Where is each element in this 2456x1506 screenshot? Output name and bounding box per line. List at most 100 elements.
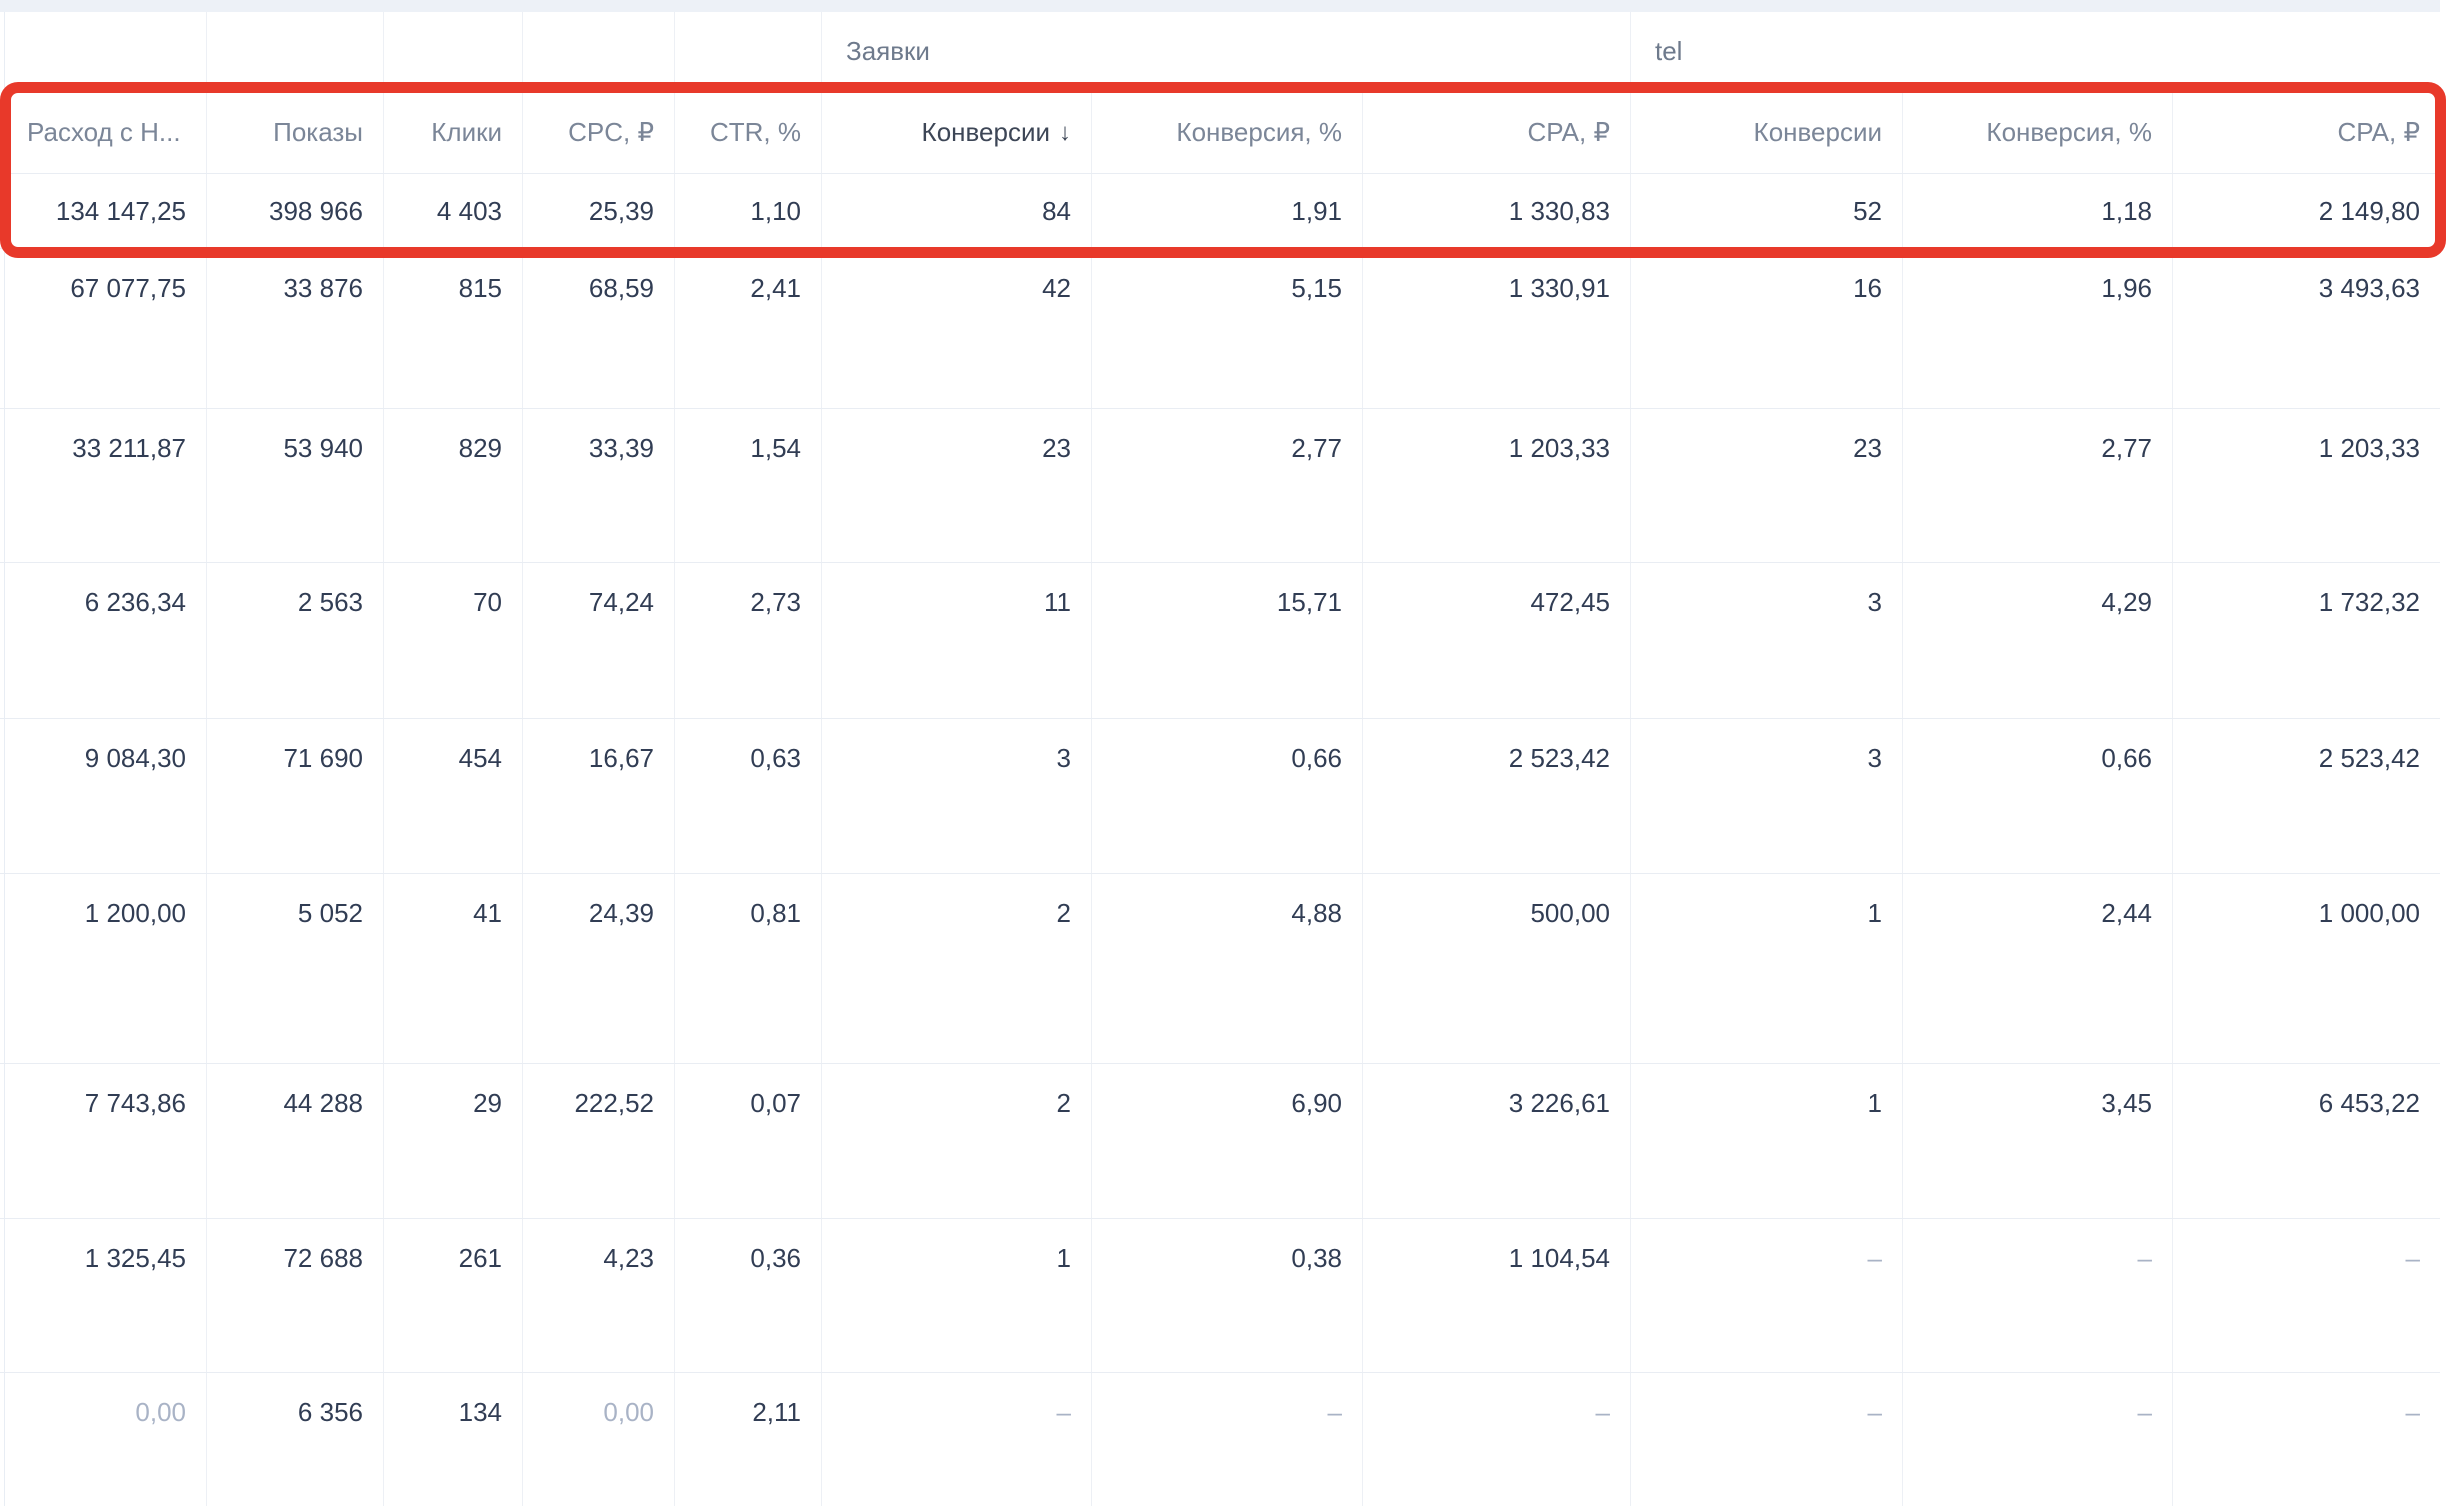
data-cell: – bbox=[1631, 1373, 1903, 1506]
data-cell: 67 077,75 bbox=[0, 249, 207, 408]
totals-cell: 52 bbox=[1631, 174, 1903, 248]
column-header-conversions-tel[interactable]: Конверсии bbox=[1631, 82, 1903, 173]
data-cell: 1 203,33 bbox=[1363, 409, 1631, 562]
data-cell: – bbox=[2173, 1373, 2440, 1506]
column-header-conversions-zayavki[interactable]: Конверсии ↓ bbox=[822, 82, 1092, 173]
data-cell: 1 000,00 bbox=[2173, 874, 2440, 1063]
totals-cell: 25,39 bbox=[523, 174, 675, 248]
group-cell-empty-3 bbox=[384, 12, 523, 82]
group-label-zayavki: Заявки bbox=[822, 12, 1631, 82]
top-strip bbox=[0, 0, 2440, 12]
data-cell: 2 bbox=[822, 1064, 1092, 1218]
data-cell: 16 bbox=[1631, 249, 1903, 408]
data-cell: 1 200,00 bbox=[0, 874, 207, 1063]
data-cell: – bbox=[2173, 1219, 2440, 1372]
data-cell: 472,45 bbox=[1363, 563, 1631, 718]
data-cell: 53 940 bbox=[207, 409, 384, 562]
data-cell: 1 330,91 bbox=[1363, 249, 1631, 408]
data-cell: 3 bbox=[822, 719, 1092, 873]
column-header-conversion-rate-tel[interactable]: Конверсия, % bbox=[1903, 82, 2173, 173]
table-row: 7 743,8644 28829222,520,0726,903 226,611… bbox=[0, 1063, 2440, 1218]
totals-cell: 84 bbox=[822, 174, 1092, 248]
data-cell: – bbox=[1903, 1373, 2173, 1506]
data-cell: 23 bbox=[1631, 409, 1903, 562]
group-cell-empty-5 bbox=[675, 12, 822, 82]
data-cell: 829 bbox=[384, 409, 523, 562]
sort-descending-icon[interactable]: ↓ bbox=[1059, 119, 1071, 147]
totals-cell: 134 147,25 bbox=[0, 174, 207, 248]
data-cell: – bbox=[1363, 1373, 1631, 1506]
column-header-row: Расход с Н... Показы Клики CPC, ₽ CTR, %… bbox=[0, 82, 2440, 173]
data-cell: 261 bbox=[384, 1219, 523, 1372]
data-cell: 815 bbox=[384, 249, 523, 408]
data-cell: 2,11 bbox=[675, 1373, 822, 1506]
totals-row: 134 147,25398 9664 40325,391,10841,911 3… bbox=[0, 173, 2440, 248]
data-cell: 2,77 bbox=[1092, 409, 1363, 562]
data-cell: 2,44 bbox=[1903, 874, 2173, 1063]
group-label-tel: tel bbox=[1631, 12, 2440, 82]
column-header-clicks[interactable]: Клики bbox=[384, 82, 523, 173]
column-header-impressions[interactable]: Показы bbox=[207, 82, 384, 173]
column-header-conversion-rate-zayavki[interactable]: Конверсия, % bbox=[1092, 82, 1363, 173]
data-cell: 6 453,22 bbox=[2173, 1064, 2440, 1218]
data-cell: 4,29 bbox=[1903, 563, 2173, 718]
totals-cell: 1,10 bbox=[675, 174, 822, 248]
data-cell: 0,00 bbox=[523, 1373, 675, 1506]
column-header-ctr[interactable]: CTR, % bbox=[675, 82, 822, 173]
data-cell: 1 325,45 bbox=[0, 1219, 207, 1372]
data-cell: 2,77 bbox=[1903, 409, 2173, 562]
data-cell: 24,39 bbox=[523, 874, 675, 1063]
data-cell: 454 bbox=[384, 719, 523, 873]
totals-cell: 398 966 bbox=[207, 174, 384, 248]
data-cell: 15,71 bbox=[1092, 563, 1363, 718]
data-cell: 2 523,42 bbox=[2173, 719, 2440, 873]
data-cell: – bbox=[1631, 1219, 1903, 1372]
stats-table: Заявки tel Расход с Н... Показы Клики CP… bbox=[0, 12, 2440, 1506]
data-cell: 0,38 bbox=[1092, 1219, 1363, 1372]
data-cell: 2,41 bbox=[675, 249, 822, 408]
table-row: 0,006 3561340,002,11–––––– bbox=[0, 1372, 2440, 1506]
data-cell: – bbox=[1903, 1219, 2173, 1372]
group-cell-empty-2 bbox=[207, 12, 384, 82]
data-cell: 1,96 bbox=[1903, 249, 2173, 408]
data-cell: 1 203,33 bbox=[2173, 409, 2440, 562]
data-cell: 72 688 bbox=[207, 1219, 384, 1372]
data-cell: 3 226,61 bbox=[1363, 1064, 1631, 1218]
data-cell: 11 bbox=[822, 563, 1092, 718]
data-cell: 23 bbox=[822, 409, 1092, 562]
data-cell: 33 211,87 bbox=[0, 409, 207, 562]
data-cell: 0,81 bbox=[675, 874, 822, 1063]
data-cell: 4,23 bbox=[523, 1219, 675, 1372]
data-cell: 29 bbox=[384, 1064, 523, 1218]
column-header-expense[interactable]: Расход с Н... bbox=[0, 82, 207, 173]
data-cell: 3 bbox=[1631, 719, 1903, 873]
data-cell: 74,24 bbox=[523, 563, 675, 718]
data-cell: 6 356 bbox=[207, 1373, 384, 1506]
column-header-cpa-zayavki[interactable]: CPA, ₽ bbox=[1363, 82, 1631, 173]
data-cell: 5 052 bbox=[207, 874, 384, 1063]
group-header-row: Заявки tel bbox=[0, 12, 2440, 82]
totals-cell: 1,91 bbox=[1092, 174, 1363, 248]
data-cell: 500,00 bbox=[1363, 874, 1631, 1063]
data-cell: – bbox=[1092, 1373, 1363, 1506]
group-cell-empty-1 bbox=[0, 12, 207, 82]
totals-cell: 4 403 bbox=[384, 174, 523, 248]
column-header-cpa-tel[interactable]: CPA, ₽ bbox=[2173, 82, 2440, 173]
data-cell: 3 bbox=[1631, 563, 1903, 718]
data-cell: 44 288 bbox=[207, 1064, 384, 1218]
table-body: 67 077,7533 87681568,592,41425,151 330,9… bbox=[0, 248, 2440, 1506]
totals-cell: 2 149,80 bbox=[2173, 174, 2440, 248]
data-cell: 7 743,86 bbox=[0, 1064, 207, 1218]
data-cell: 2 523,42 bbox=[1363, 719, 1631, 873]
table-row: 1 325,4572 6882614,230,3610,381 104,54––… bbox=[0, 1218, 2440, 1372]
data-cell: 3 493,63 bbox=[2173, 249, 2440, 408]
data-cell: 70 bbox=[384, 563, 523, 718]
data-cell: 2,73 bbox=[675, 563, 822, 718]
data-cell: 1 bbox=[1631, 1064, 1903, 1218]
data-cell: 41 bbox=[384, 874, 523, 1063]
table-row: 9 084,3071 69045416,670,6330,662 523,423… bbox=[0, 718, 2440, 873]
column-header-cpc[interactable]: CPC, ₽ bbox=[523, 82, 675, 173]
table-row: 1 200,005 0524124,390,8124,88500,0012,44… bbox=[0, 873, 2440, 1063]
data-cell: 33 876 bbox=[207, 249, 384, 408]
data-cell: 68,59 bbox=[523, 249, 675, 408]
